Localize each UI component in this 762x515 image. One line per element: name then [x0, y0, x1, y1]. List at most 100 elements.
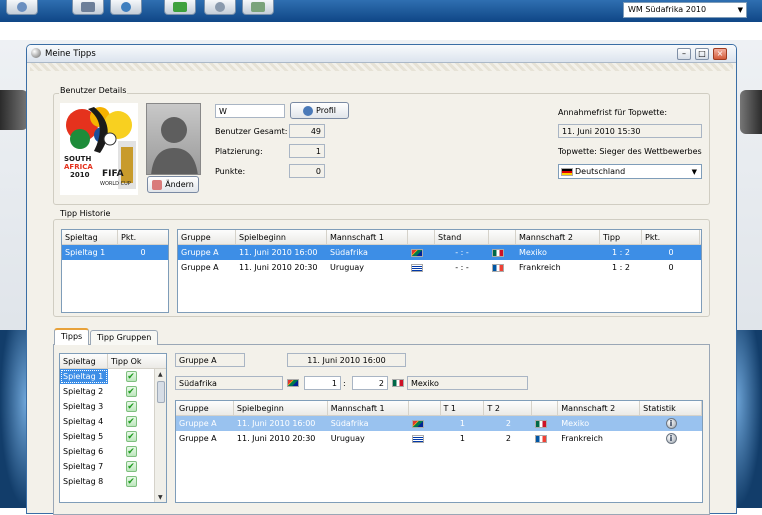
- soccer-field-icon: [173, 2, 187, 12]
- checkmark-icon: ✔: [125, 446, 137, 457]
- table-row[interactable]: Gruppe A 11. Juni 2010 16:00 Südafrika 1…: [176, 416, 702, 431]
- stadium-background-right: [736, 330, 762, 508]
- toolbar-info-button[interactable]: [6, 0, 38, 15]
- topbet-deadline-value: 11. Juni 2010 15:30: [558, 124, 702, 138]
- side-decoration-right: [740, 90, 762, 134]
- scroll-thumb[interactable]: [157, 381, 165, 403]
- chevron-down-icon: ▼: [691, 168, 697, 176]
- goals1-cell[interactable]: 1: [440, 434, 484, 443]
- season-select[interactable]: WM Südafrika 2010 ▼: [623, 2, 747, 18]
- south-africa-flag-icon: [411, 419, 424, 428]
- group-cell: Gruppe A: [181, 263, 219, 272]
- table-row[interactable]: Spieltag 2 ✔: [60, 384, 166, 399]
- checkmark-icon: ✔: [125, 386, 137, 397]
- topbet-label: Topwette: Sieger des Wettbewerbes: [558, 147, 702, 156]
- team1-cell: Uruguay: [330, 263, 364, 272]
- tab-tipp-gruppen[interactable]: Tipp Gruppen: [90, 330, 159, 345]
- tip-cell: 1 : 2: [612, 263, 630, 272]
- table-row[interactable]: Spieltag 3 ✔: [60, 399, 166, 414]
- change-avatar-button[interactable]: Ändern: [147, 176, 199, 193]
- column-header: Spielbeginn: [236, 230, 327, 244]
- team2-cell: Frankreich: [561, 434, 603, 443]
- info-icon: [17, 2, 27, 12]
- checkmark-icon: ✔: [125, 461, 137, 472]
- statistics-icon[interactable]: i: [665, 418, 677, 429]
- history-matches-table: Gruppe Spielbeginn Mannschaft 1 Stand Ma…: [177, 229, 702, 313]
- score-cell: - : -: [455, 263, 469, 272]
- goals2-cell[interactable]: 2: [484, 434, 532, 443]
- logo-text-south: SOUTH: [64, 155, 92, 163]
- matchday-scrollbar[interactable]: ▲ ▼: [154, 369, 166, 502]
- close-button[interactable]: ×: [713, 48, 727, 60]
- tab-tipps[interactable]: Tipps: [54, 328, 90, 345]
- team2-cell: Frankreich: [519, 263, 561, 272]
- table-row[interactable]: Gruppe A 11. Juni 2010 20:30 Uruguay - :…: [178, 260, 701, 275]
- toolbar-table-button[interactable]: [242, 0, 274, 15]
- total-users-label: Benutzer Gesamt:: [215, 127, 288, 136]
- statistics-icon[interactable]: i: [665, 433, 677, 444]
- table-header: Gruppe Spielbeginn Mannschaft 1 Stand Ma…: [178, 230, 701, 245]
- topbet-winner-select[interactable]: Deutschland ▼: [558, 164, 702, 179]
- toolbar-ball-button[interactable]: [204, 0, 236, 15]
- table-row[interactable]: Spieltag 1 ✔: [60, 369, 166, 384]
- change-icon: [152, 179, 163, 190]
- goals2-cell[interactable]: 2: [484, 419, 532, 428]
- points-label: Punkte:: [215, 167, 246, 176]
- profile-button-label: Profil: [316, 106, 336, 115]
- column-header: Gruppe: [178, 230, 236, 244]
- table-row[interactable]: Spieltag 4 ✔: [60, 414, 166, 429]
- france-flag-icon: [535, 434, 548, 443]
- matchday-cell: Spieltag 7: [63, 462, 104, 471]
- group-cell: Gruppe A: [179, 434, 217, 443]
- column-header: Pkt.: [642, 230, 700, 244]
- table-row[interactable]: Spieltag 7 ✔: [60, 459, 166, 474]
- logo-text-world-cup: WORLD CUP: [100, 181, 131, 187]
- toolbar-save-button[interactable]: [72, 0, 104, 15]
- start-cell: 11. Juni 2010 20:30: [239, 263, 318, 272]
- table-row[interactable]: Spieltag 6 ✔: [60, 444, 166, 459]
- start-cell: 11. Juni 2010 16:00: [236, 419, 316, 428]
- maximize-button[interactable]: □: [695, 48, 709, 60]
- mexico-flag-icon: [492, 248, 504, 257]
- column-header: [489, 230, 516, 244]
- toolbar-field-button[interactable]: [164, 0, 196, 15]
- window-titlebar[interactable]: Meine Tipps – □ ×: [27, 45, 736, 63]
- goals-team1-input[interactable]: 1: [304, 376, 341, 390]
- team1-field: Südafrika: [175, 376, 283, 390]
- column-header: Tipp: [600, 230, 642, 244]
- points-cell: 0: [668, 248, 674, 257]
- table-row[interactable]: Spieltag 8 ✔: [60, 474, 166, 489]
- goals1-cell[interactable]: 1: [440, 419, 484, 428]
- matchday-cell: Spieltag 1: [60, 369, 108, 384]
- table-header: Gruppe Spielbeginn Mannschaft 1 T 1 T 2 …: [176, 401, 702, 416]
- table-row[interactable]: Gruppe A 11. Juni 2010 20:30 Uruguay 1 2…: [176, 431, 702, 446]
- side-decoration-left: [0, 90, 28, 130]
- rank-value: 1: [289, 144, 325, 158]
- group-cell: Gruppe A: [181, 248, 219, 257]
- table-row[interactable]: Spieltag 5 ✔: [60, 429, 166, 444]
- column-header: Mannschaft 1: [328, 401, 409, 415]
- username-field[interactable]: W: [215, 104, 285, 118]
- toolbar-globe-button[interactable]: [110, 0, 142, 15]
- current-group-field: Gruppe A: [175, 353, 245, 367]
- history-matchday-table: Spieltag Pkt. Spieltag 1 0: [61, 229, 169, 313]
- checkmark-icon: ✔: [125, 371, 137, 382]
- topbet-winner-value: Deutschland: [575, 167, 626, 176]
- minimize-button[interactable]: –: [677, 48, 691, 60]
- team1-cell: Südafrika: [330, 248, 368, 257]
- column-header: Statistik: [640, 401, 702, 415]
- column-header: Mannschaft 2: [558, 401, 641, 415]
- user-avatar: [146, 103, 201, 175]
- column-header: Spieltag: [62, 230, 118, 244]
- column-header: [408, 230, 435, 244]
- checkmark-icon: ✔: [125, 476, 137, 487]
- goals-team2-input[interactable]: 2: [352, 376, 388, 390]
- profile-button[interactable]: Profil: [290, 102, 349, 119]
- team2-field: Mexiko: [407, 376, 528, 390]
- window-title: Meine Tipps: [45, 49, 96, 59]
- table-row[interactable]: Gruppe A 11. Juni 2010 16:00 Südafrika -…: [178, 245, 701, 260]
- world-cup-logo: SOUTH AFRICA 2010 FIFA WORLD CUP: [60, 103, 138, 195]
- mexico-flag-icon: [535, 419, 548, 428]
- column-header: Pkt.: [121, 233, 137, 242]
- table-row[interactable]: Spieltag 1 0: [62, 245, 168, 260]
